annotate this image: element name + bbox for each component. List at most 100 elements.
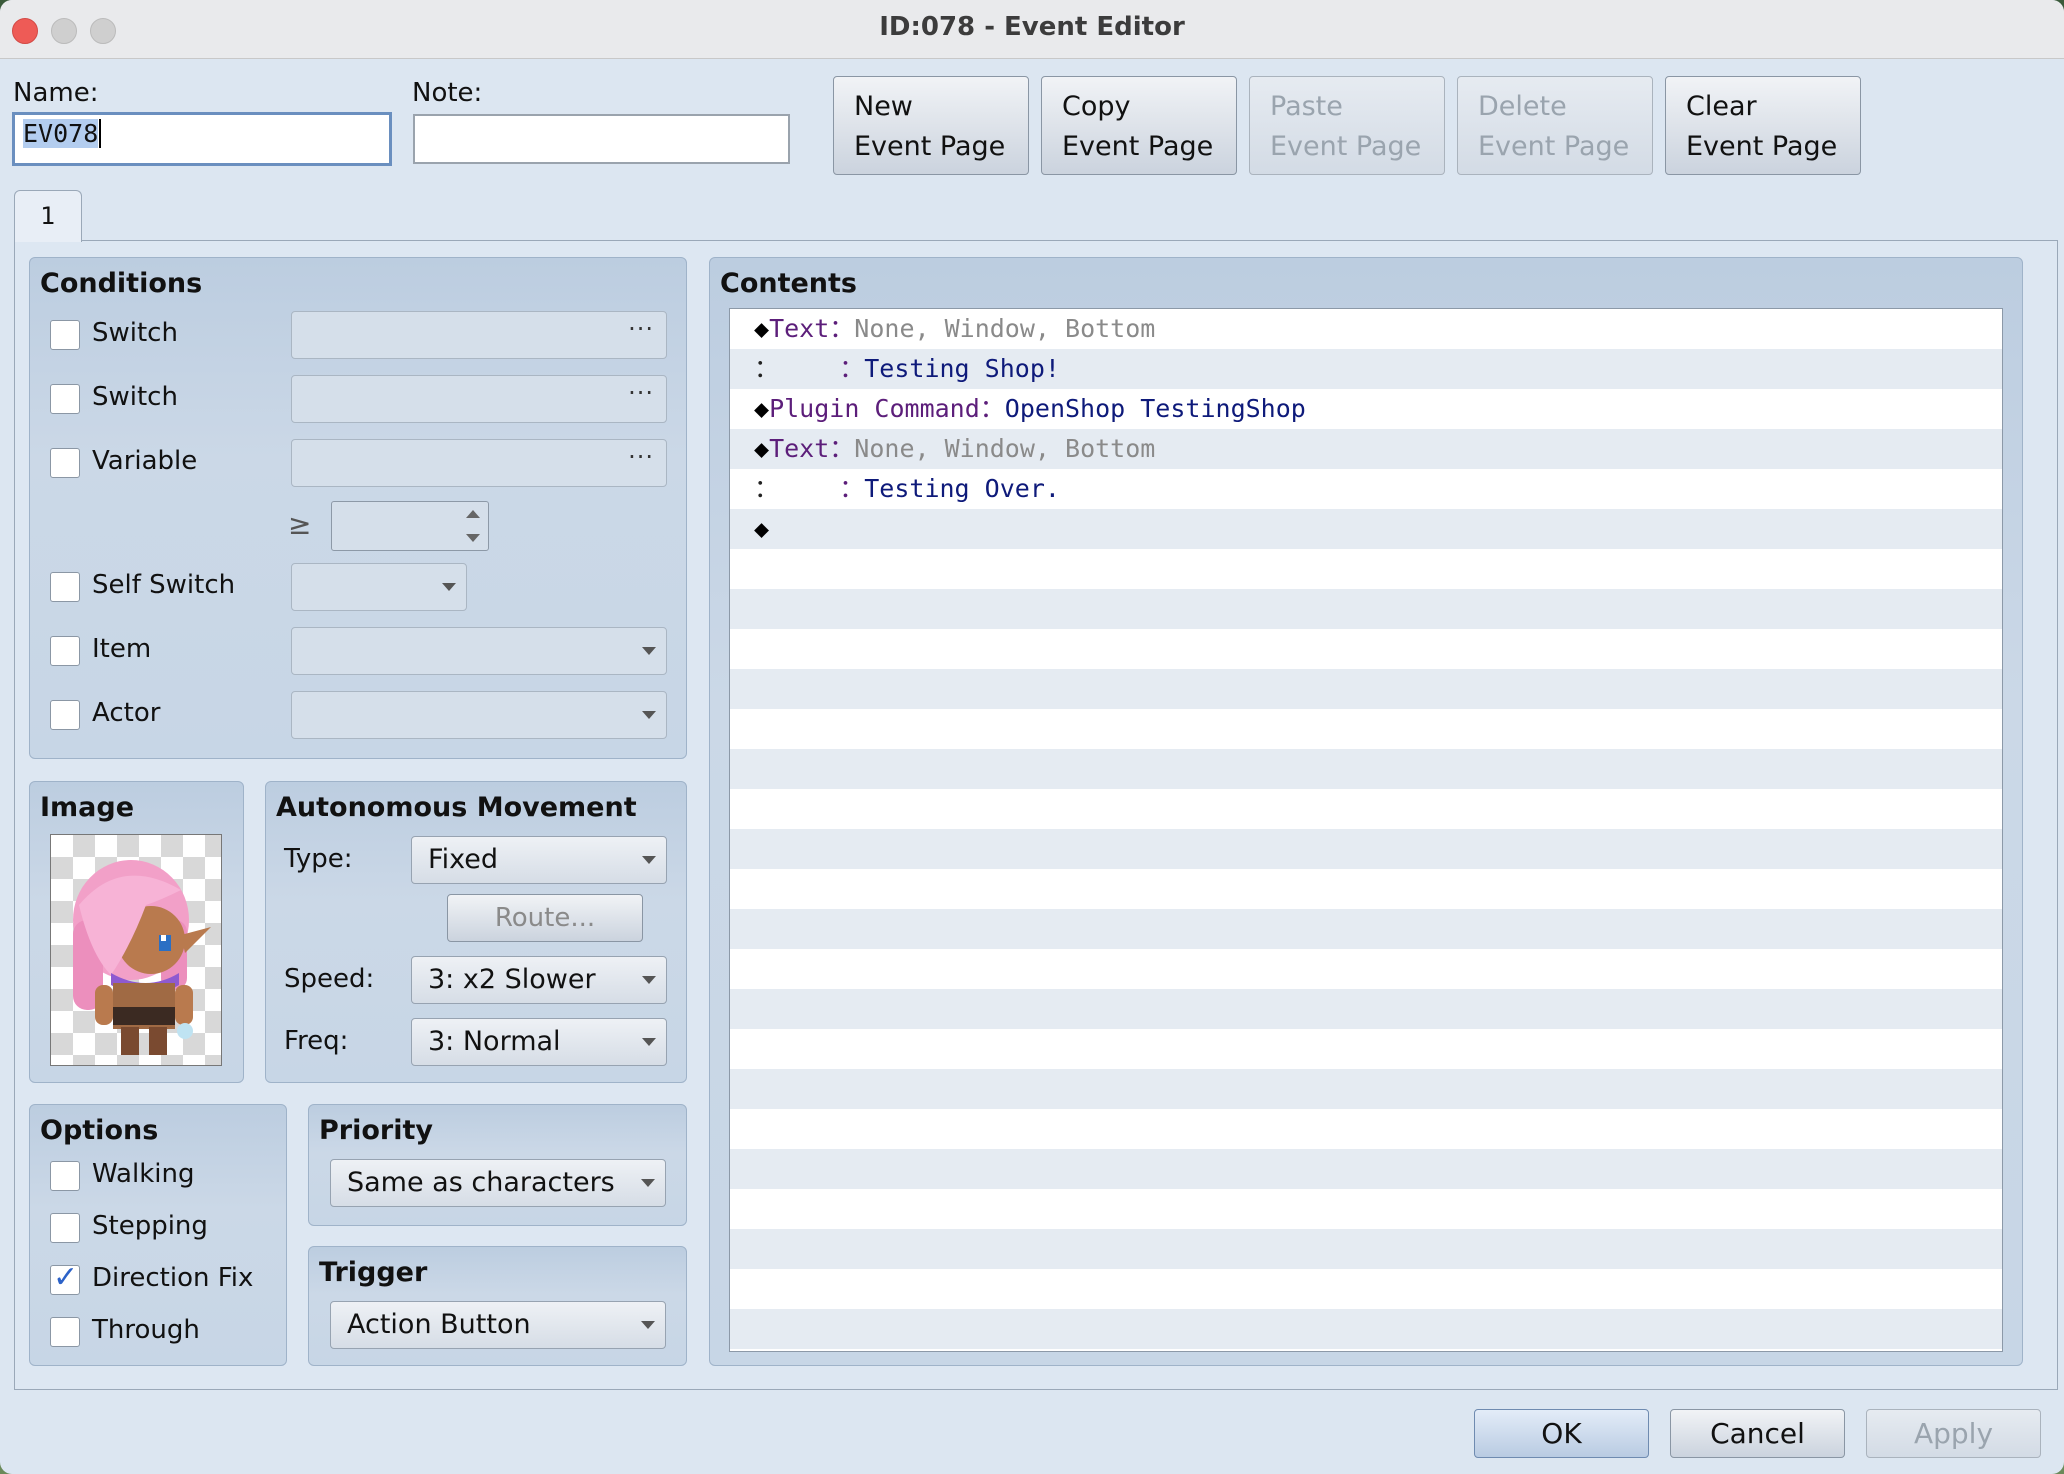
switch2-checkbox[interactable] [50, 384, 80, 414]
event-command-list[interactable]: ◆Text：None, Window, Bottom： ：Testing Sho… [729, 308, 2003, 1352]
switch1-checkbox[interactable] [50, 320, 80, 350]
name-label: Name: [13, 78, 99, 108]
clear-event-page-button[interactable]: Clear Event Page [1665, 76, 1861, 175]
priority-group: Priority Same as characters [308, 1104, 687, 1226]
new-event-page-button[interactable]: New Event Page [833, 76, 1029, 175]
empty-row[interactable] [730, 549, 2002, 589]
command-args: None, Window, Bottom [854, 314, 1156, 343]
trigger-value: Action Button [347, 1309, 531, 1340]
trigger-dropdown[interactable]: Action Button [330, 1301, 666, 1349]
empty-row[interactable] [730, 1229, 2002, 1269]
command-name: Plugin Command [769, 394, 980, 423]
continuation-marker: ： [754, 474, 780, 503]
autonomous-movement-group: Autonomous Movement Type: Fixed Route...… [265, 781, 687, 1083]
command-separator: ： [829, 434, 855, 463]
command-row[interactable]: ◆Plugin Command：OpenShop TestingShop [730, 389, 2002, 429]
ellipsis-icon: ··· [628, 443, 654, 471]
through-checkbox[interactable] [50, 1317, 80, 1347]
empty-row[interactable] [730, 589, 2002, 629]
empty-row[interactable] [730, 949, 2002, 989]
freq-value: 3: Normal [428, 1026, 561, 1057]
command-row[interactable]: ◆Text：None, Window, Bottom [730, 309, 2002, 349]
note-input[interactable] [413, 114, 790, 164]
empty-row[interactable] [730, 1109, 2002, 1149]
command-diamond-icon: ◆ [754, 514, 770, 543]
direction-fix-label: Direction Fix [92, 1263, 254, 1293]
clear-event-page-line1: Clear [1686, 91, 1757, 122]
continuation-marker: ： [754, 354, 780, 383]
empty-row[interactable] [730, 1029, 2002, 1069]
stepping-checkbox[interactable] [50, 1213, 80, 1243]
chevron-down-icon [642, 1038, 656, 1046]
priority-dropdown[interactable]: Same as characters [330, 1159, 666, 1207]
empty-row[interactable] [730, 669, 2002, 709]
empty-row[interactable] [730, 829, 2002, 869]
options-title: Options [40, 1115, 159, 1146]
name-input[interactable]: EV078 [12, 112, 392, 166]
speed-label: Speed: [284, 964, 375, 994]
empty-row[interactable] [730, 1189, 2002, 1229]
paste-event-page-button[interactable]: Paste Event Page [1249, 76, 1445, 175]
stepper-up-icon[interactable] [466, 510, 480, 518]
variable-checkbox[interactable] [50, 448, 80, 478]
copy-event-page-button[interactable]: Copy Event Page [1041, 76, 1237, 175]
variable-value-stepper[interactable] [331, 501, 489, 551]
command-row[interactable]: ： ：Testing Shop! [730, 349, 2002, 389]
speed-dropdown[interactable]: 3: x2 Slower [411, 956, 667, 1004]
empty-row[interactable] [730, 869, 2002, 909]
command-separator: ： [839, 354, 865, 383]
route-button[interactable]: Route... [447, 894, 643, 942]
apply-button[interactable]: Apply [1866, 1409, 2041, 1458]
direction-fix-checkbox[interactable] [50, 1260, 80, 1295]
item-label: Item [92, 634, 152, 664]
empty-row[interactable] [730, 1349, 2002, 1351]
priority-value: Same as characters [347, 1167, 615, 1198]
stepper-down-icon[interactable] [466, 534, 480, 542]
empty-row[interactable] [730, 1309, 2002, 1349]
command-args: None, Window, Bottom [854, 434, 1156, 463]
command-row[interactable]: ： ：Testing Over. [730, 469, 2002, 509]
character-sprite-image[interactable] [50, 834, 222, 1066]
actor-dropdown[interactable] [291, 691, 667, 739]
ok-button[interactable]: OK [1474, 1409, 1649, 1458]
image-title: Image [40, 792, 135, 823]
delete-event-page-button[interactable]: Delete Event Page [1457, 76, 1653, 175]
empty-row[interactable] [730, 1069, 2002, 1109]
paste-event-page-line1: Paste [1270, 91, 1343, 122]
empty-row[interactable] [730, 989, 2002, 1029]
empty-row[interactable] [730, 789, 2002, 829]
empty-row[interactable] [730, 629, 2002, 669]
speed-value: 3: x2 Slower [428, 964, 596, 995]
event-editor-window: ID:078 - Event Editor Name: EV078 Note: … [0, 0, 2064, 1474]
freq-dropdown[interactable]: 3: Normal [411, 1018, 667, 1066]
switch1-selector[interactable]: ··· [291, 311, 667, 359]
through-label: Through [92, 1315, 200, 1345]
empty-row[interactable] [730, 909, 2002, 949]
command-diamond-icon: ◆ [754, 394, 770, 423]
walking-checkbox[interactable] [50, 1161, 80, 1191]
new-event-page-line2: Event Page [854, 131, 1006, 162]
command-row[interactable]: ◆Text：None, Window, Bottom [730, 429, 2002, 469]
self-switch-checkbox[interactable] [50, 572, 80, 602]
cancel-button[interactable]: Cancel [1670, 1409, 1845, 1458]
command-name [779, 474, 839, 503]
command-separator: ： [829, 314, 855, 343]
title-bar[interactable]: ID:078 - Event Editor [0, 0, 2064, 59]
variable-selector[interactable]: ··· [291, 439, 667, 487]
ellipsis-icon: ··· [628, 315, 654, 343]
movement-type-dropdown[interactable]: Fixed [411, 836, 667, 884]
empty-row[interactable] [730, 1269, 2002, 1309]
self-switch-dropdown[interactable] [291, 563, 467, 611]
empty-row[interactable] [730, 1149, 2002, 1189]
chevron-down-icon [642, 976, 656, 984]
empty-row[interactable] [730, 709, 2002, 749]
actor-checkbox[interactable] [50, 700, 80, 730]
delete-event-page-line2: Event Page [1478, 131, 1630, 162]
tab-page-1[interactable]: 1 [14, 190, 82, 242]
command-name: Text [769, 434, 830, 463]
empty-row[interactable] [730, 749, 2002, 789]
command-row[interactable]: ◆ [730, 509, 2002, 549]
switch2-selector[interactable]: ··· [291, 375, 667, 423]
item-checkbox[interactable] [50, 636, 80, 666]
item-dropdown[interactable] [291, 627, 667, 675]
